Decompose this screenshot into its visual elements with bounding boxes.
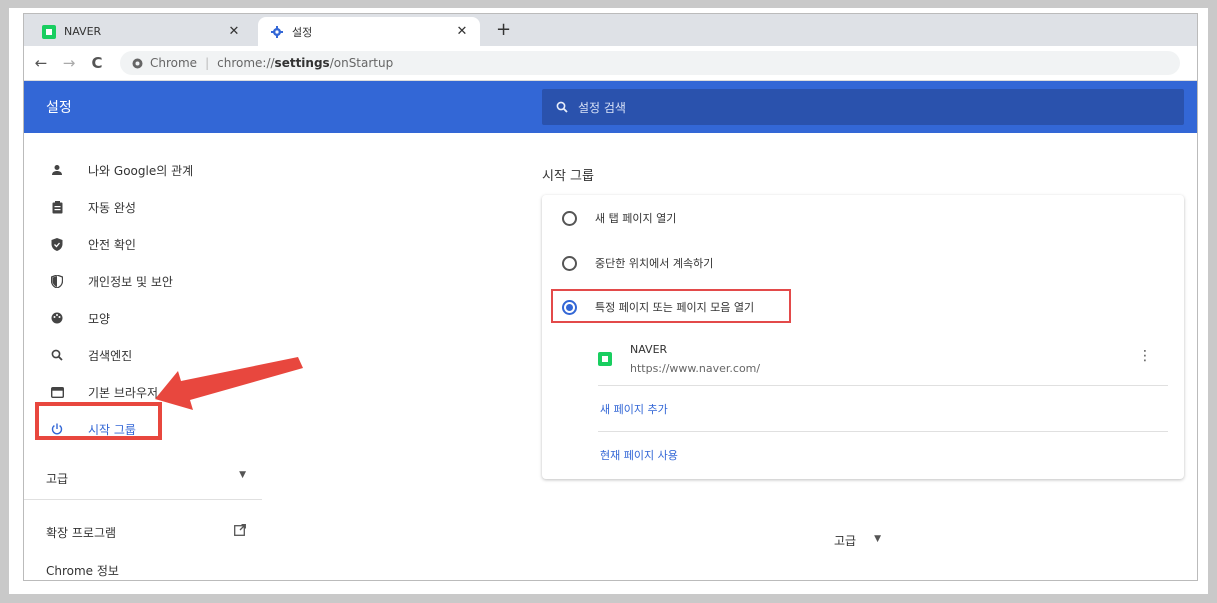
tab-settings[interactable]: 설정 ✕ <box>258 17 480 46</box>
option-continue[interactable]: 중단한 위치에서 계속하기 <box>562 255 713 271</box>
sidebar-item-you-and-google[interactable]: 나와 Google의 관계 <box>24 152 262 188</box>
back-button[interactable]: ← <box>30 54 52 72</box>
address-bar[interactable]: Chrome | chrome://settings/onStartup <box>120 51 1180 75</box>
radio-button[interactable] <box>562 255 577 271</box>
extensions-label: 확장 프로그램 <box>46 526 117 540</box>
on-startup-card: 새 탭 페이지 열기 중단한 위치에서 계속하기 특정 페이지 또는 페이지 모… <box>542 195 1184 479</box>
main-advanced-toggle[interactable]: 고급 ▼ <box>834 532 881 549</box>
chrome-icon <box>132 58 143 68</box>
sidebar-item-label: 자동 완성 <box>88 200 136 215</box>
option-label: 중단한 위치에서 계속하기 <box>595 257 714 270</box>
option-label: 새 탭 페이지 열기 <box>595 212 677 225</box>
address-separator: | <box>205 56 210 70</box>
annotation-highlight-box <box>35 402 162 440</box>
page-title: 설정 <box>46 100 72 116</box>
privacy-shield-icon <box>48 274 66 288</box>
close-tab-icon[interactable]: ✕ <box>452 24 472 39</box>
card-divider <box>598 385 1168 386</box>
close-tab-icon[interactable]: ✕ <box>224 24 244 39</box>
sidebar-item-safety-check[interactable]: 안전 확인 <box>24 226 262 262</box>
tab-settings-title: 설정 <box>292 25 313 39</box>
sidebar-advanced-toggle[interactable]: 고급 ▼ <box>46 470 246 487</box>
shield-icon <box>48 237 66 251</box>
reload-button[interactable]: C <box>86 54 108 72</box>
settings-sidebar: 나와 Google의 관계 자동 완성 안전 확인 개인정보 및 보안 모양 검… <box>24 133 262 580</box>
open-in-new-icon <box>234 524 246 541</box>
chevron-down-icon: ▼ <box>239 470 246 480</box>
sidebar-item-appearance[interactable]: 모양 <box>24 300 262 336</box>
naver-favicon-icon <box>42 24 56 39</box>
use-current-pages-link[interactable]: 현재 페이지 사용 <box>600 447 678 463</box>
advanced-label: 고급 <box>834 534 857 548</box>
search-icon <box>48 349 66 361</box>
gear-icon <box>270 25 284 39</box>
card-divider <box>598 431 1168 432</box>
screenshot-frame: NAVER ✕ 설정 ✕ + ← → C Chrome | chrome://s… <box>9 8 1208 594</box>
tab-naver[interactable]: NAVER ✕ <box>30 17 252 46</box>
highlight-box <box>551 289 791 323</box>
tab-naver-title: NAVER <box>64 25 102 38</box>
chevron-down-icon: ▼ <box>874 534 882 544</box>
sidebar-item-autofill[interactable]: 자동 완성 <box>24 189 262 225</box>
url-text: chrome://settings/onStartup <box>217 56 394 70</box>
radio-button[interactable] <box>562 210 577 226</box>
site-name: NAVER <box>630 343 668 356</box>
sidebar-item-extensions[interactable]: 확장 프로그램 <box>46 524 246 541</box>
palette-icon <box>48 312 66 324</box>
browser-window: NAVER ✕ 설정 ✕ + ← → C Chrome | chrome://s… <box>23 13 1198 581</box>
more-vert-icon[interactable]: ⋮ <box>1138 348 1152 364</box>
sidebar-item-label: 모양 <box>88 311 111 326</box>
sidebar-item-privacy[interactable]: 개인정보 및 보안 <box>24 263 262 299</box>
tab-strip: NAVER ✕ 설정 ✕ + <box>24 14 1197 46</box>
site-url: https://www.naver.com/ <box>630 362 761 375</box>
search-placeholder: 설정 검색 <box>578 100 626 115</box>
new-tab-button[interactable]: + <box>496 19 511 40</box>
section-title: 시작 그룹 <box>542 169 594 184</box>
sidebar-divider <box>24 499 262 500</box>
sidebar-item-label: 개인정보 및 보안 <box>88 274 173 289</box>
browser-icon <box>48 386 66 398</box>
sidebar-item-search-engine[interactable]: 검색엔진 <box>24 337 262 373</box>
clipboard-icon <box>48 200 66 214</box>
forward-button[interactable]: → <box>58 54 80 72</box>
advanced-label: 고급 <box>46 472 69 486</box>
search-icon <box>556 101 568 113</box>
startup-page-row: NAVER https://www.naver.com/ ⋮ <box>598 340 1168 384</box>
settings-header: 설정 설정 검색 <box>24 81 1197 133</box>
site-info[interactable]: Chrome <box>132 56 197 70</box>
sidebar-item-label: 기본 브라우저 <box>88 385 159 400</box>
person-icon <box>48 164 66 176</box>
sidebar-item-label: 안전 확인 <box>88 237 136 252</box>
about-label: Chrome 정보 <box>46 564 119 578</box>
option-new-tab[interactable]: 새 탭 페이지 열기 <box>562 210 676 226</box>
naver-favicon-icon <box>598 352 612 366</box>
add-page-link[interactable]: 새 페이지 추가 <box>600 401 668 417</box>
site-label: Chrome <box>150 56 198 70</box>
browser-toolbar: ← → C Chrome | chrome://settings/onStart… <box>24 46 1197 81</box>
sidebar-item-label: 나와 Google의 관계 <box>88 163 194 178</box>
sidebar-item-label: 검색엔진 <box>88 348 133 363</box>
sidebar-item-about-chrome[interactable]: Chrome 정보 <box>46 562 246 579</box>
settings-search-input[interactable]: 설정 검색 <box>542 89 1184 125</box>
